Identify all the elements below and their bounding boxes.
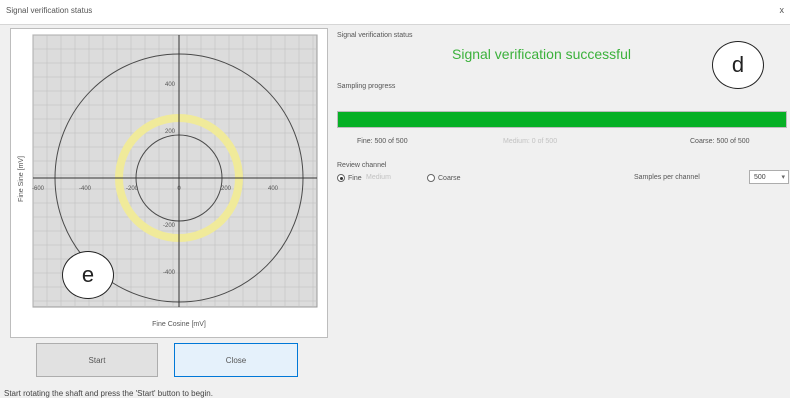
x-tick-label: 400 <box>268 186 279 192</box>
radio-coarse[interactable]: Coarse <box>427 174 461 182</box>
x-tick-label: -200 <box>126 186 139 192</box>
close-icon[interactable]: x <box>780 5 785 15</box>
medium-count: Medium: 0 of 500 <box>503 138 558 145</box>
radio-medium[interactable]: Medium <box>366 174 391 181</box>
y-tick-label: -200 <box>163 223 176 229</box>
x-tick-label: 200 <box>221 186 232 192</box>
sampling-progress-label: Sampling progress <box>337 83 396 90</box>
radio-coarse-indicator <box>427 174 435 182</box>
verification-message: Signal verification successful <box>452 46 631 62</box>
verification-section-label: Signal verification status <box>337 32 413 39</box>
status-bar-text: Start rotating the shaft and press the '… <box>4 389 213 398</box>
lissajous-plot: -600 -400 -200 0 200 400 400200-200-400 Fine … <box>18 34 318 328</box>
fine-count: Fine: 500 of 500 <box>357 138 408 145</box>
samples-per-channel-select[interactable]: 500 ▾ <box>749 170 789 184</box>
review-channel-label: Review channel <box>337 162 387 169</box>
title-bar: Signal verification status x <box>0 0 790 25</box>
radio-coarse-label: Coarse <box>438 174 461 182</box>
x-tick-label: -600 <box>32 186 45 192</box>
samples-value: 500 <box>754 173 766 181</box>
radio-medium-label: Medium <box>366 174 391 181</box>
callout-d: d <box>712 41 764 89</box>
lissajous-plot-panel: -600 -400 -200 0 200 400 400 200 -200 -400 Fine … <box>10 28 328 338</box>
x-axis-label: Fine Cosine [mV] <box>152 321 206 328</box>
progress-fill <box>338 112 786 127</box>
coarse-count: Coarse: 500 of 500 <box>690 138 750 145</box>
radio-fine-indicator <box>337 174 345 182</box>
y-axis-label: Fine Sine [mV] <box>18 156 25 202</box>
radio-fine-label: Fine <box>348 174 362 182</box>
samples-per-channel-label: Samples per channel <box>634 174 700 181</box>
y-tick-label: 400 <box>165 82 176 88</box>
x-tick-label: -400 <box>79 186 92 192</box>
window-title: Signal verification status <box>6 6 93 15</box>
chevron-down-icon: ▾ <box>781 174 785 181</box>
close-button[interactable]: Close <box>174 343 298 377</box>
callout-e: e <box>62 251 114 299</box>
sampling-progress-bar <box>337 111 787 128</box>
radio-fine[interactable]: Fine <box>337 174 362 182</box>
start-button[interactable]: Start <box>36 343 158 377</box>
y-tick-label: -400 <box>163 270 176 276</box>
y-tick-label: 200 <box>165 129 176 135</box>
